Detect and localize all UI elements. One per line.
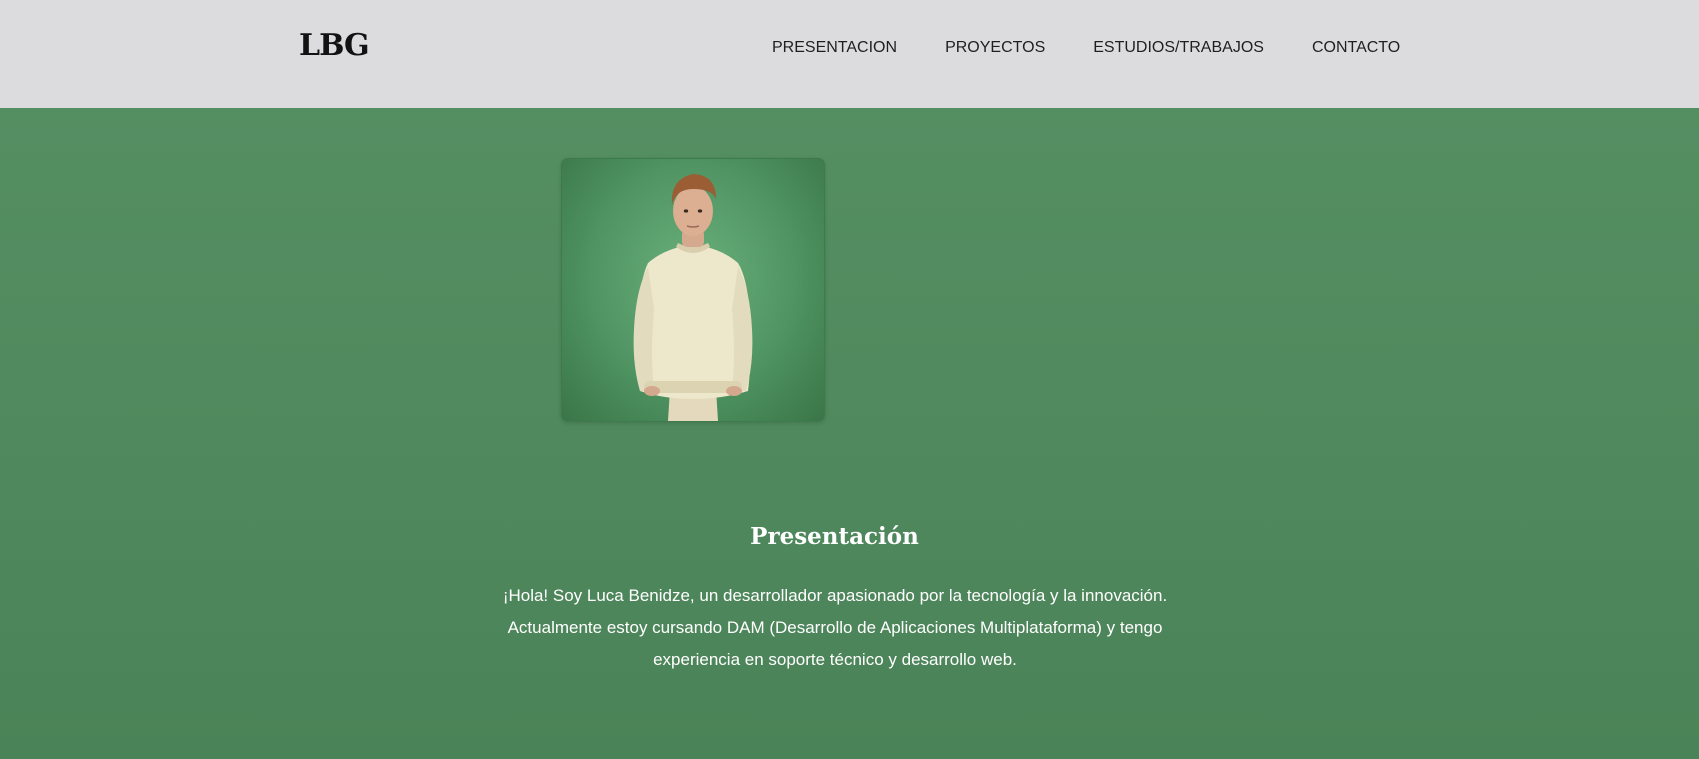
profile-photo	[561, 158, 825, 422]
presentation-title: Presentación	[750, 523, 919, 550]
site-header: LBG PRESENTACION PROYECTOS ESTUDIOS/TRAB…	[0, 0, 1699, 109]
presentation-text-line-2: Actualmente estoy cursando DAM (Desarrol…	[507, 618, 1163, 637]
person-portrait-icon	[633, 174, 753, 421]
site-logo[interactable]: LBG	[299, 28, 370, 63]
presentation-text-line-3: experiencia en soporte técnico y desarro…	[653, 650, 1017, 669]
nav-link-estudios-trabajos[interactable]: ESTUDIOS/TRABAJOS	[1093, 38, 1264, 58]
nav-link-presentacion[interactable]: PRESENTACION	[772, 38, 897, 58]
nav-link-proyectos[interactable]: PROYECTOS	[945, 38, 1045, 58]
main-nav: PRESENTACION PROYECTOS ESTUDIOS/TRABAJOS…	[772, 38, 1448, 58]
nav-link-contacto[interactable]: CONTACTO	[1312, 38, 1400, 58]
presentation-text: ¡Hola! Soy Luca Benidze, un desarrollado…	[465, 580, 1205, 676]
presentation-text-line-1: ¡Hola! Soy Luca Benidze, un desarrollado…	[502, 586, 1168, 605]
